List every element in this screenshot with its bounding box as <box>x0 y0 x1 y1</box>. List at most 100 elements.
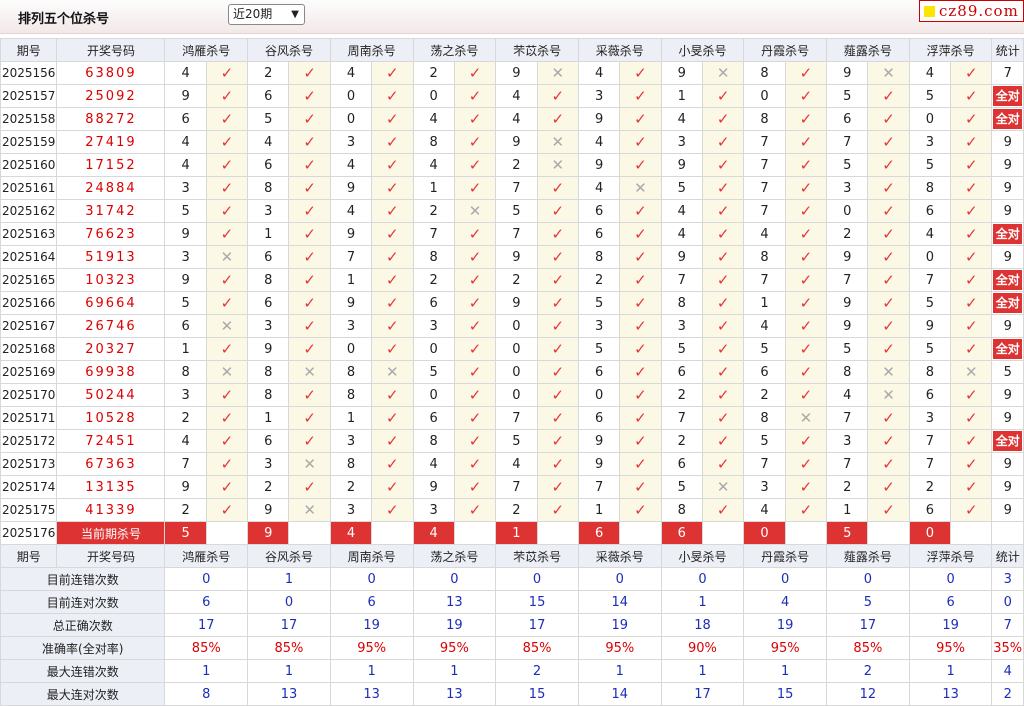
check-icon: ✓ <box>551 455 565 473</box>
col-header-expert[interactable]: 荡之杀号 <box>412 38 497 62</box>
col-header-expert[interactable]: 薤露杀号 <box>826 38 910 62</box>
check-icon: ✓ <box>716 432 730 450</box>
cross-icon: ✕ <box>288 498 331 522</box>
hit-count: 9 <box>991 314 1024 338</box>
check-icon: ✓ <box>716 156 730 174</box>
col-header-expert[interactable]: 周南杀号 <box>329 38 414 62</box>
col-header-expert[interactable]: 小旻杀号 <box>660 38 745 62</box>
check-icon: ✓ <box>964 179 978 197</box>
col-header-expert[interactable]: 丹霞杀号 <box>743 38 828 62</box>
check-icon: ✓ <box>619 383 662 407</box>
check-icon: ✓ <box>867 291 910 315</box>
all-correct-badge: 全对 <box>991 222 1024 246</box>
kill-number: 3 <box>164 245 207 269</box>
kill-number: 3 <box>826 429 869 453</box>
stats-value: 4 <box>743 590 828 614</box>
check-icon: ✓ <box>536 475 579 499</box>
check-icon: ✓ <box>551 432 565 450</box>
check-icon: ✓ <box>288 130 331 154</box>
check-icon: ✓ <box>882 225 895 243</box>
kill-number: 4 <box>908 222 952 246</box>
hit-count: 9 <box>991 383 1024 407</box>
check-icon: ✓ <box>634 248 647 266</box>
check-icon: ✓ <box>867 268 910 292</box>
col-header-expert[interactable]: 鸿雁杀号 <box>164 38 249 62</box>
check-icon: ✓ <box>701 84 745 108</box>
kill-number: 4 <box>247 130 290 154</box>
check-icon: ✓ <box>716 340 730 358</box>
col-header-expert[interactable]: 芣苡杀号 <box>495 38 579 62</box>
kill-number: 4 <box>495 84 538 108</box>
check-icon: ✓ <box>701 429 745 453</box>
col-header-expert[interactable]: 浮萍杀号 <box>908 38 993 62</box>
kill-number: 5 <box>908 291 952 315</box>
stats-value: 95% <box>908 636 993 660</box>
check-icon: ✓ <box>288 199 331 223</box>
col-header-expert[interactable]: 芣苡杀号 <box>495 544 579 568</box>
kill-number: 9 <box>495 130 538 154</box>
stats-value: 0 <box>826 567 910 591</box>
col-header-expert[interactable]: 薤露杀号 <box>826 544 910 568</box>
check-icon: ✓ <box>634 455 647 473</box>
check-icon: ✓ <box>619 314 662 338</box>
check-icon: ✓ <box>701 245 745 269</box>
kill-number: 4 <box>164 153 207 177</box>
check-icon: ✓ <box>371 452 414 476</box>
all-correct-badge: 全对 <box>991 268 1024 292</box>
kill-number: 2 <box>660 383 703 407</box>
current-kill-blank <box>371 521 414 545</box>
check-icon: ✓ <box>551 363 565 381</box>
kill-number: 2 <box>826 475 869 499</box>
current-kill-blank <box>536 521 579 545</box>
check-icon: ✓ <box>303 409 316 427</box>
check-icon: ✓ <box>468 340 482 358</box>
kill-number: 8 <box>329 383 373 407</box>
check-icon: ✓ <box>386 110 399 128</box>
check-icon: ✓ <box>964 64 978 82</box>
check-icon: ✓ <box>536 337 579 361</box>
cross-icon: ✕ <box>220 363 234 381</box>
period-select[interactable]: 近20期 ▼ <box>228 4 305 25</box>
col-header-expert[interactable]: 小旻杀号 <box>660 544 745 568</box>
kill-number: 3 <box>660 130 703 154</box>
check-icon: ✓ <box>536 452 579 476</box>
check-icon: ✓ <box>220 110 234 128</box>
kill-number: 3 <box>329 429 373 453</box>
cross-icon: ✕ <box>205 245 249 269</box>
table-row: 2025170 50244 3 ✓ 8 ✓ 8 ✓ 0 ✓ 0 ✓ 0 ✓ 2 ✓ 2 ✓ 4 ✕ 6 ✓ 9 <box>0 383 1024 407</box>
col-header-expert[interactable]: 鸿雁杀号 <box>164 544 249 568</box>
check-icon: ✓ <box>701 337 745 361</box>
col-header-expert[interactable]: 采薇杀号 <box>577 544 662 568</box>
site-logo[interactable]: cz89.com <box>919 0 1024 22</box>
cross-icon: ✕ <box>867 383 910 407</box>
check-icon: ✓ <box>784 107 828 131</box>
check-icon: ✓ <box>964 386 978 404</box>
current-issue-number: 2025176 <box>0 521 58 545</box>
check-icon: ✓ <box>386 340 399 358</box>
kill-number: 7 <box>743 268 786 292</box>
check-icon: ✓ <box>288 475 331 499</box>
check-icon: ✓ <box>205 222 249 246</box>
col-header-expert[interactable]: 周南杀号 <box>329 544 414 568</box>
kill-number: 0 <box>329 84 373 108</box>
all-correct-label: 全对 <box>993 86 1022 106</box>
col-header-expert[interactable]: 谷风杀号 <box>247 544 331 568</box>
stats-label: 准确率(全对率) <box>0 636 166 660</box>
kill-number: 5 <box>247 107 290 131</box>
col-header-expert[interactable]: 采薇杀号 <box>577 38 662 62</box>
stats-value: 85% <box>247 636 331 660</box>
col-header-expert[interactable]: 谷风杀号 <box>247 38 331 62</box>
check-icon: ✓ <box>551 271 565 289</box>
kill-number: 3 <box>743 475 786 499</box>
col-header-expert[interactable]: 荡之杀号 <box>412 544 497 568</box>
check-icon: ✓ <box>964 225 978 243</box>
check-icon: ✓ <box>634 386 647 404</box>
current-kill-blank <box>784 521 828 545</box>
kill-number: 2 <box>412 61 455 85</box>
kill-number: 8 <box>826 360 869 384</box>
col-header-expert[interactable]: 丹霞杀号 <box>743 544 828 568</box>
stats-value: 85% <box>826 636 910 660</box>
col-header-expert[interactable]: 浮萍杀号 <box>908 544 993 568</box>
stats-label: 最大连错次数 <box>0 659 166 683</box>
kill-number: 6 <box>660 360 703 384</box>
